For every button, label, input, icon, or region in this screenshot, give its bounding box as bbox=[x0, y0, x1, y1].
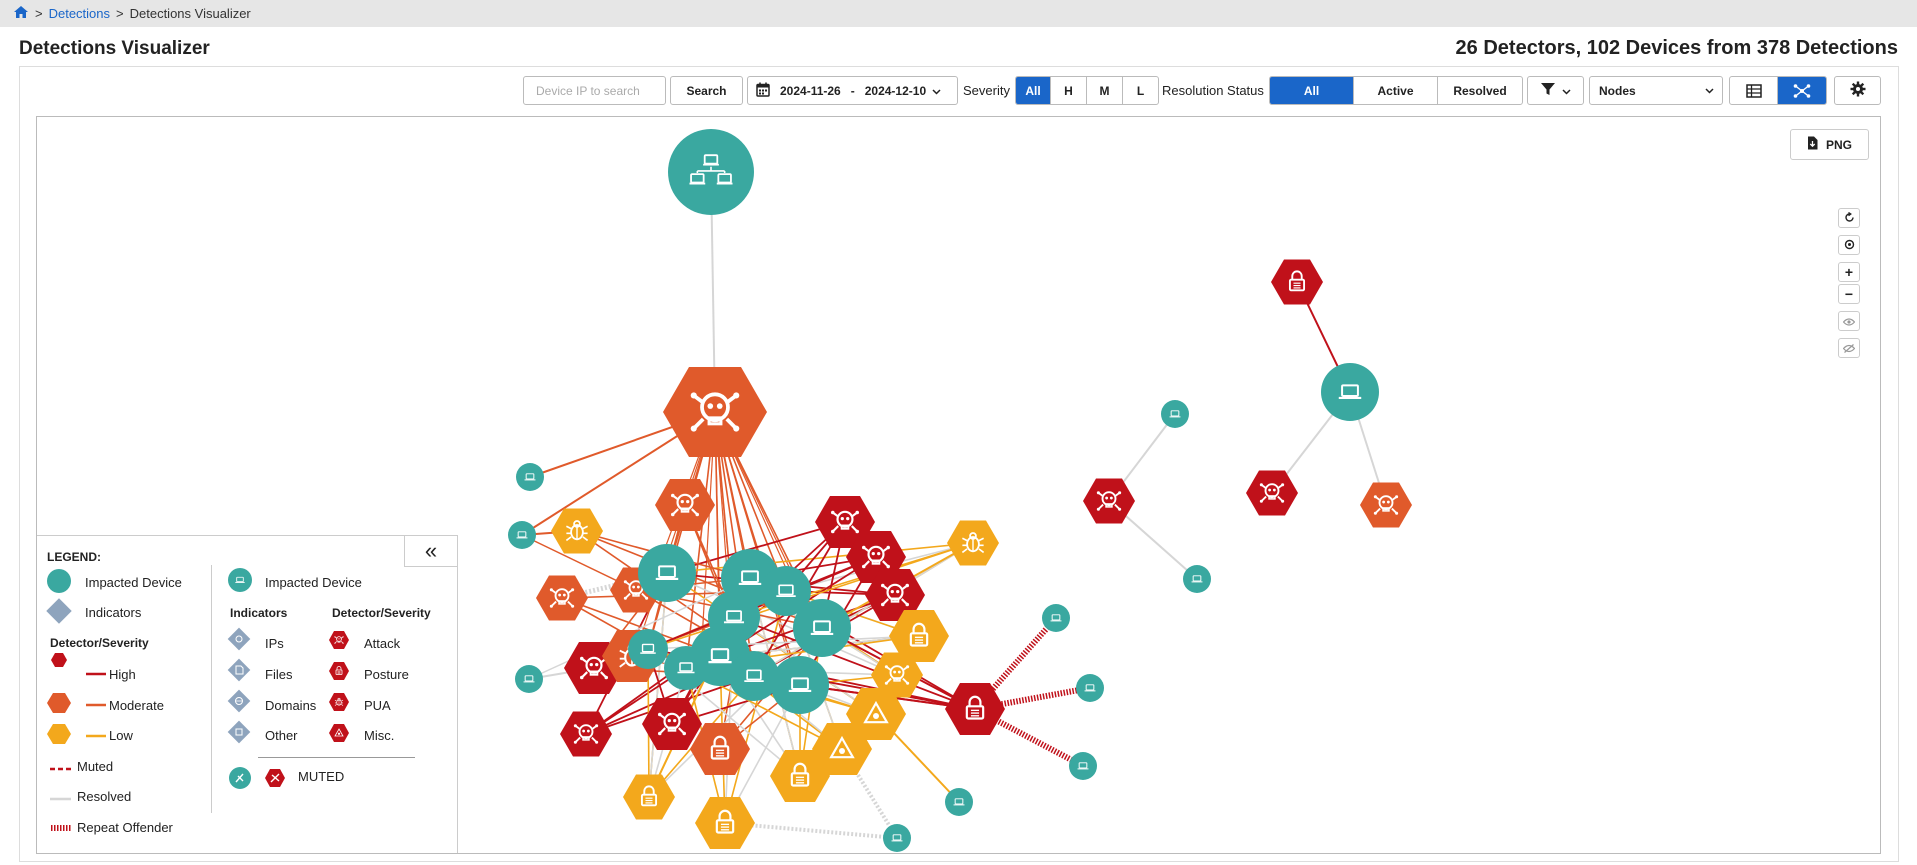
export-png-button[interactable]: PNG bbox=[1790, 129, 1869, 160]
legend-severity-low: Low bbox=[109, 728, 133, 743]
legend-detector-attack: Attack bbox=[364, 636, 401, 651]
legend-impacted-device-small: Impacted Device bbox=[265, 575, 362, 590]
impacted-device-node[interactable] bbox=[508, 521, 536, 549]
legend-detector-posture: Posture bbox=[364, 667, 409, 682]
impacted-device-node[interactable] bbox=[1076, 674, 1104, 702]
impacted-device-node[interactable] bbox=[1069, 752, 1097, 780]
posture-detector-node[interactable] bbox=[945, 683, 1005, 735]
legend-repeat-offender: Repeat Offender bbox=[77, 820, 173, 835]
posture-detector-node[interactable] bbox=[1271, 259, 1323, 305]
posture-detector-node[interactable] bbox=[623, 774, 675, 820]
legend-detector-header: Detector/Severity bbox=[332, 606, 431, 620]
legend-indicators-header: Indicators bbox=[230, 606, 288, 620]
impacted-device-node[interactable] bbox=[771, 656, 829, 714]
legend-indicator-files: Files bbox=[265, 667, 293, 682]
legend-indicator-other: Other bbox=[265, 728, 298, 743]
impacted-device-node[interactable] bbox=[668, 129, 754, 215]
export-png-label: PNG bbox=[1825, 137, 1852, 152]
legend-muted: Muted bbox=[77, 759, 114, 774]
show-labels-button[interactable] bbox=[1838, 311, 1860, 331]
posture-detector-node[interactable] bbox=[690, 723, 750, 775]
legend-muted-divider bbox=[258, 757, 415, 758]
legend-detector-severity: Detector/Severity bbox=[50, 636, 149, 650]
attack-detector-node[interactable] bbox=[560, 711, 612, 757]
legend-indicator-domains: Domains bbox=[265, 698, 317, 713]
attack-detector-node[interactable] bbox=[1246, 470, 1298, 516]
hide-labels-button[interactable] bbox=[1838, 338, 1860, 358]
legend-indicators: Indicators bbox=[85, 605, 142, 620]
impacted-device-node[interactable] bbox=[516, 463, 544, 491]
legend-resolved: Resolved bbox=[77, 789, 132, 804]
legend-divider bbox=[211, 565, 212, 813]
impacted-device-node[interactable] bbox=[1161, 400, 1189, 428]
attack-detector-node[interactable] bbox=[1360, 482, 1412, 528]
bug-detector-node[interactable] bbox=[551, 508, 603, 554]
impacted-device-node[interactable] bbox=[515, 665, 543, 693]
impacted-device-node[interactable] bbox=[1183, 565, 1211, 593]
legend-title: LEGEND: bbox=[47, 550, 101, 564]
center-graph-button[interactable] bbox=[1838, 235, 1860, 255]
impacted-device-node[interactable] bbox=[1042, 604, 1070, 632]
legend-severity-high: High bbox=[109, 667, 136, 682]
reset-layout-button[interactable] bbox=[1838, 208, 1860, 228]
legend-collapse-button[interactable]: « bbox=[404, 535, 458, 567]
file-download-icon bbox=[1807, 136, 1818, 153]
eye-icon bbox=[1842, 313, 1856, 329]
posture-detector-node[interactable] bbox=[695, 797, 755, 849]
impacted-device-node[interactable] bbox=[729, 651, 779, 701]
zoom-in-button[interactable]: + bbox=[1838, 262, 1860, 282]
bug-detector-node[interactable] bbox=[947, 520, 999, 566]
attack-detector-node[interactable] bbox=[536, 575, 588, 621]
zoom-out-button[interactable]: − bbox=[1838, 284, 1860, 304]
impacted-device-node[interactable] bbox=[883, 824, 911, 852]
target-icon bbox=[1844, 237, 1855, 253]
impacted-device-node[interactable] bbox=[945, 788, 973, 816]
legend-detector-pua: PUA bbox=[364, 698, 391, 713]
impacted-device-node[interactable] bbox=[1321, 363, 1379, 421]
impacted-device-node[interactable] bbox=[638, 544, 696, 602]
eye-off-icon bbox=[1842, 340, 1856, 356]
impacted-device-node[interactable] bbox=[664, 646, 708, 690]
attack-detector-node[interactable] bbox=[663, 367, 767, 457]
legend-indicator-ips: IPs bbox=[265, 636, 284, 651]
impacted-device-node[interactable] bbox=[628, 629, 668, 669]
legend-severity-moderate: Moderate bbox=[109, 698, 164, 713]
legend-impacted-device: Impacted Device bbox=[85, 575, 182, 590]
reset-icon bbox=[1844, 210, 1855, 226]
legend-detector-misc: Misc. bbox=[364, 728, 395, 743]
legend-muted-label: MUTED bbox=[298, 769, 345, 784]
impacted-device-node[interactable] bbox=[793, 599, 851, 657]
